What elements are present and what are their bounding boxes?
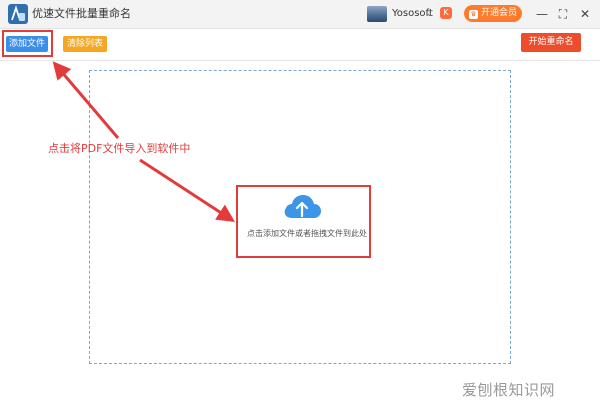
- watermark-text: 爱刨根知识网: [462, 381, 556, 399]
- close-button[interactable]: ✕: [575, 4, 595, 24]
- maximize-button[interactable]: ⛶: [553, 4, 573, 24]
- open-vip-label: 开通会员: [480, 8, 517, 18]
- avatar[interactable]: [367, 6, 387, 22]
- minimize-button[interactable]: —: [532, 4, 552, 24]
- drop-zone-hint[interactable]: 点击添加文件或者拖拽文件到此处: [232, 229, 382, 239]
- add-file-highlight-box: [2, 30, 53, 57]
- vip-badge: K: [440, 7, 452, 19]
- start-rename-button[interactable]: 开始重命名: [521, 33, 581, 52]
- toolbar-divider: [0, 60, 600, 61]
- clear-list-button[interactable]: 清除列表: [63, 36, 107, 52]
- open-vip-button[interactable]: ♛ 开通会员: [464, 5, 522, 22]
- cloud-upload-icon[interactable]: [282, 192, 322, 222]
- chevron-down-icon[interactable]: ⌄: [426, 8, 433, 20]
- annotation-text: 点击将PDF文件导入到软件中: [48, 142, 191, 155]
- app-title: 优速文件批量重命名: [32, 7, 131, 20]
- app-logo-icon: [8, 4, 28, 24]
- crown-icon: ♛: [468, 10, 478, 19]
